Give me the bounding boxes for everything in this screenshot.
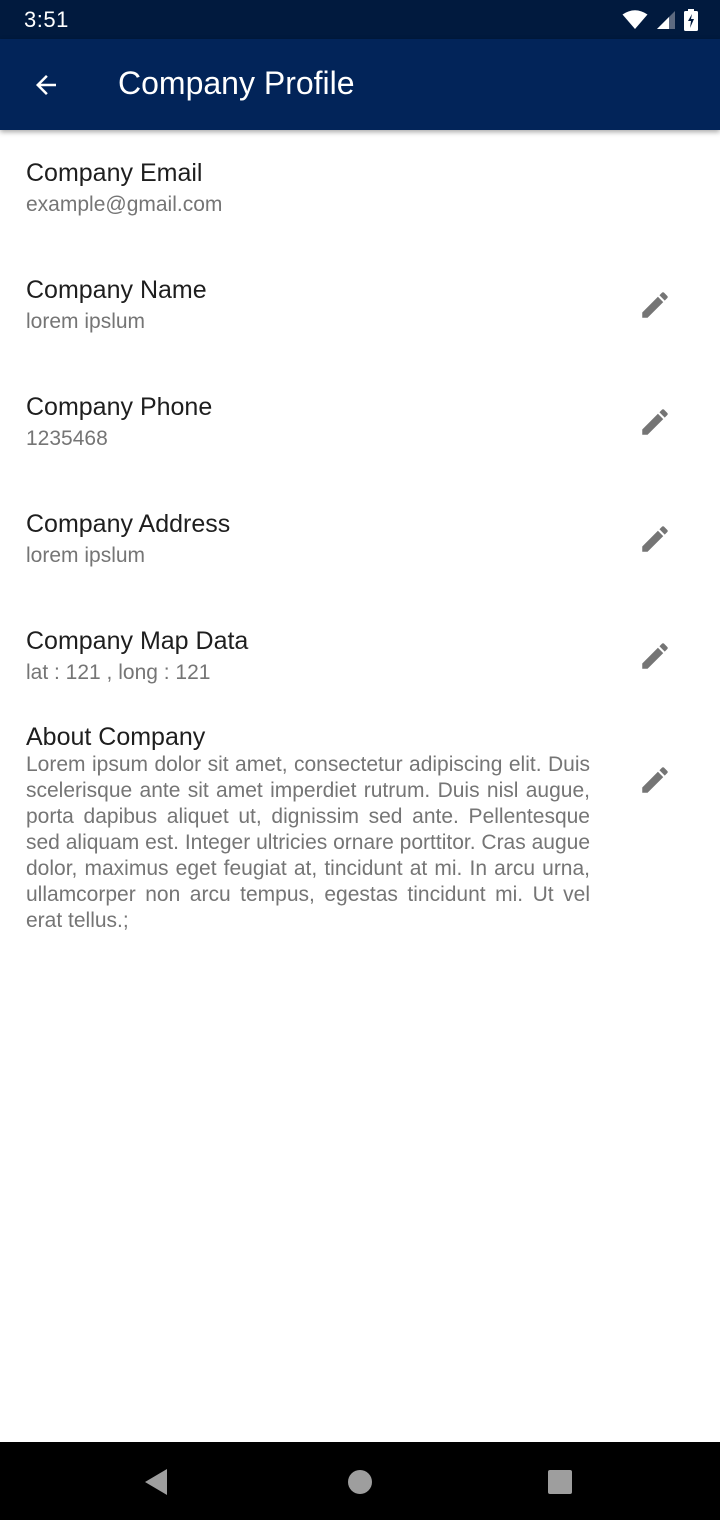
cell-signal-icon [657,11,675,29]
arrow-back-icon [36,75,56,95]
company-address-field: Company Address lorem ipslum [26,509,606,569]
company-email-field: Company Email example@gmail.com [26,158,606,218]
company-email-value: example@gmail.com [26,193,223,216]
app-bar: Company Profile [0,39,720,130]
company-phone-label: Company Phone [26,393,213,421]
edit-company-name-button[interactable] [630,280,680,330]
status-bar: 3:51 [0,0,720,39]
company-name-label: Company Name [26,276,207,304]
company-phone-field: Company Phone 1235468 [26,392,606,452]
about-company-field: About Company Lorem ipsum dolor sit amet… [26,722,606,934]
pencil-icon [642,526,668,552]
company-map-value: lat : 121 , long : 121 [26,661,211,684]
edit-company-map-button[interactable] [630,631,680,681]
edit-about-company-button[interactable] [630,755,680,805]
nav-back-icon [145,1469,167,1495]
edit-company-phone-button[interactable] [630,397,680,447]
status-time: 3:51 [24,7,69,32]
pencil-icon [642,292,668,318]
company-map-label: Company Map Data [26,627,249,655]
company-name-field: Company Name lorem ipslum [26,275,606,335]
pencil-icon [642,409,668,435]
about-company-text: Lorem ipsum dolor sit amet, consectetur … [26,753,590,932]
company-email-label: Company Email [26,159,203,187]
system-nav-bar [0,1442,720,1520]
edit-company-address-button[interactable] [630,514,680,564]
company-name-value: lorem ipslum [26,310,146,333]
company-phone-value: 1235468 [26,427,108,450]
about-company-label: About Company [26,723,206,751]
back-button[interactable] [20,60,72,110]
company-map-field: Company Map Data lat : 121 , long : 121 [26,626,606,686]
pencil-icon [642,643,668,669]
wifi-icon [622,10,648,29]
pencil-icon [642,767,668,793]
company-address-label: Company Address [26,510,231,538]
company-address-value: lorem ipslum [26,544,146,567]
nav-recents-button[interactable] [540,1462,580,1502]
nav-home-button[interactable] [340,1462,380,1502]
nav-recents-icon [548,1470,572,1494]
page-title: Company Profile [118,65,355,101]
nav-back-button[interactable] [136,1462,176,1502]
nav-home-icon [348,1470,372,1494]
status-icons [622,9,698,31]
battery-charging-icon [684,9,698,31]
